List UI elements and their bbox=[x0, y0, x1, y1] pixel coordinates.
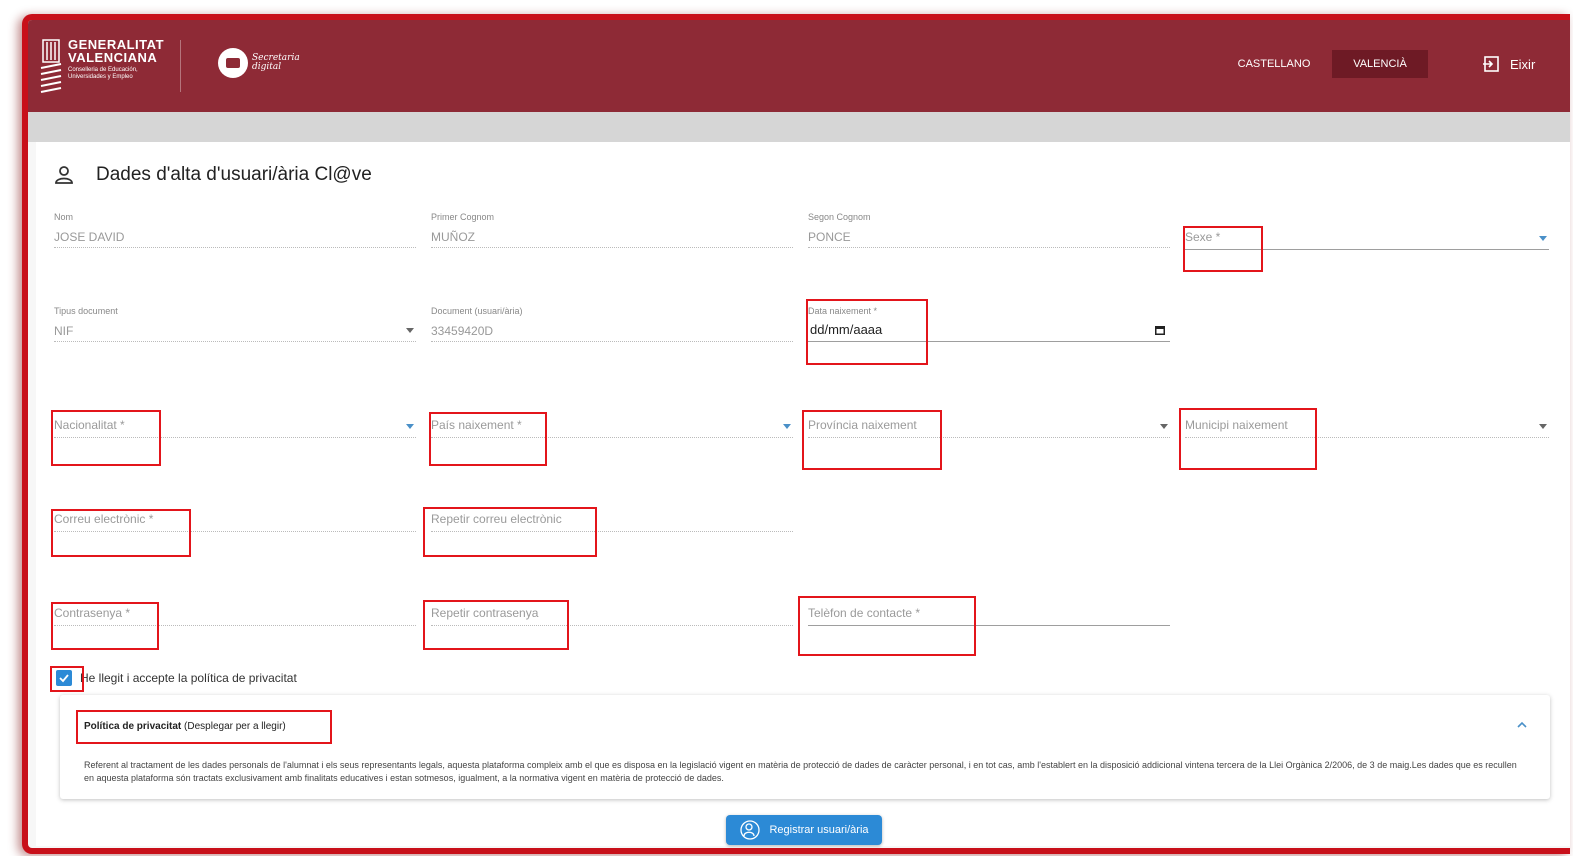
lang-valencia-button[interactable]: VALENCIÀ bbox=[1332, 50, 1428, 78]
secretaria-line2: digital bbox=[252, 62, 282, 72]
repetir-contrasenya-placeholder: Repetir contrasenya bbox=[431, 606, 539, 620]
register-button[interactable]: Registrar usuari/ària bbox=[726, 815, 882, 845]
data-naixement-label: Data naixement * bbox=[808, 306, 878, 316]
gva-crest-icon bbox=[40, 39, 62, 93]
provincia-naixement-select[interactable]: Província naixement bbox=[808, 410, 1170, 438]
municipi-naixement-placeholder: Municipi naixement bbox=[1185, 418, 1288, 432]
top-bar: GENERALITAT VALENCIANA Conselleria de Ed… bbox=[28, 20, 1570, 112]
contrasenya-placeholder: Contrasenya * bbox=[54, 606, 131, 620]
privacy-checkbox-label: He llegit i accepte la política de priva… bbox=[80, 671, 297, 685]
registration-card: Dades d'alta d'usuari/ària Cl@ve Nom JOS… bbox=[36, 142, 1570, 846]
secretaria-logo-icon bbox=[218, 48, 248, 78]
tipus-document-select[interactable]: Tipus document NIF bbox=[54, 306, 416, 342]
privacy-policy-toggle[interactable]: Política de privacitat (Desplegar per a … bbox=[84, 721, 286, 732]
nom-field: Nom JOSE DAVID bbox=[54, 212, 416, 248]
repetir-contrasenya-input[interactable]: Repetir contrasenya bbox=[431, 598, 793, 626]
repetir-correu-placeholder: Repetir correu electrònic bbox=[431, 512, 562, 526]
exit-button[interactable]: Eixir bbox=[1482, 50, 1535, 78]
nom-label: Nom bbox=[54, 212, 74, 222]
correu-placeholder: Correu electrònic * bbox=[54, 512, 154, 526]
pais-naixement-placeholder: País naixement * bbox=[431, 418, 522, 432]
privacy-checkbox[interactable] bbox=[56, 670, 72, 686]
window-frame: GENERALITAT VALENCIANA Conselleria de Ed… bbox=[22, 14, 1570, 854]
privacy-policy-heading: Política de privacitat bbox=[84, 721, 182, 732]
privacy-policy-hint: (Desplegar per a llegir) bbox=[181, 721, 286, 732]
telefon-placeholder: Telèfon de contacte * bbox=[808, 606, 921, 620]
chevron-up-icon[interactable] bbox=[1516, 719, 1528, 731]
generalitat-logo: GENERALITAT VALENCIANA Conselleria de Ed… bbox=[40, 38, 164, 94]
document-value: 33459420D bbox=[431, 324, 494, 338]
privacy-checkbox-row: He llegit i accepte la política de priva… bbox=[56, 670, 297, 686]
secretaria-digital-logo: Secretaria digital bbox=[218, 48, 300, 78]
nacionalitat-placeholder: Nacionalitat * bbox=[54, 418, 125, 432]
primer-cognom-label: Primer Cognom bbox=[431, 212, 495, 222]
tipus-document-dropdown-icon bbox=[406, 328, 414, 333]
municipi-naixement-dropdown-icon bbox=[1539, 424, 1547, 429]
nom-value: JOSE DAVID bbox=[54, 230, 125, 244]
subheader-bar bbox=[28, 112, 1570, 142]
sexe-dropdown-icon bbox=[1539, 236, 1547, 241]
check-icon bbox=[59, 674, 69, 683]
register-label: Registrar usuari/ària bbox=[769, 824, 869, 836]
user-icon bbox=[55, 166, 73, 184]
pais-naixement-dropdown-icon bbox=[783, 424, 791, 429]
data-naixement-value: dd/mm/aaaa bbox=[810, 322, 883, 337]
nacionalitat-select[interactable]: Nacionalitat * bbox=[54, 410, 416, 438]
form-header: Dades d'alta d'usuari/ària Cl@ve bbox=[54, 164, 372, 186]
privacy-policy-text: Referent al tractament de les dades pers… bbox=[84, 760, 1517, 783]
register-user-icon bbox=[740, 820, 761, 840]
org-subtitle: Conselleria de Educación, Universidades … bbox=[68, 67, 138, 80]
segon-cognom-field: Segon Cognom PONCE bbox=[808, 212, 1170, 248]
lang-castellano-button[interactable]: CASTELLANO bbox=[1224, 50, 1324, 78]
page-title: Dades d'alta d'usuari/ària Cl@ve bbox=[96, 164, 372, 185]
tipus-document-value: NIF bbox=[54, 324, 74, 338]
sexe-placeholder: Sexe * bbox=[1185, 230, 1221, 244]
sexe-select[interactable]: Sexe * bbox=[1185, 222, 1549, 250]
correu-input[interactable]: Correu electrònic * bbox=[54, 504, 416, 532]
provincia-naixement-dropdown-icon bbox=[1160, 424, 1168, 429]
logout-icon bbox=[1483, 56, 1499, 72]
document-label: Document (usuari/ària) bbox=[431, 306, 523, 316]
provincia-naixement-placeholder: Província naixement bbox=[808, 418, 917, 432]
nacionalitat-dropdown-icon bbox=[406, 424, 414, 429]
primer-cognom-value: MUÑOZ bbox=[431, 230, 475, 244]
tipus-document-label: Tipus document bbox=[54, 306, 118, 316]
pais-naixement-select[interactable]: País naixement * bbox=[431, 410, 793, 438]
segon-cognom-label: Segon Cognom bbox=[808, 212, 871, 222]
primer-cognom-field: Primer Cognom MUÑOZ bbox=[431, 212, 793, 248]
privacy-policy-panel: Política de privacitat (Desplegar per a … bbox=[60, 695, 1550, 799]
exit-label: Eixir bbox=[1510, 56, 1536, 72]
segon-cognom-value: PONCE bbox=[808, 230, 851, 244]
contrasenya-input[interactable]: Contrasenya * bbox=[54, 598, 416, 626]
calendar-icon[interactable] bbox=[1154, 324, 1166, 336]
data-naixement-input[interactable]: Data naixement * dd/mm/aaaa bbox=[808, 306, 1170, 342]
telefon-input[interactable]: Telèfon de contacte * bbox=[808, 598, 1170, 626]
org-line2: VALENCIANA bbox=[68, 50, 158, 65]
document-field: Document (usuari/ària) 33459420D bbox=[431, 306, 793, 342]
logo-divider bbox=[180, 40, 181, 92]
repetir-correu-input[interactable]: Repetir correu electrònic bbox=[431, 504, 793, 532]
municipi-naixement-select[interactable]: Municipi naixement bbox=[1185, 410, 1549, 438]
